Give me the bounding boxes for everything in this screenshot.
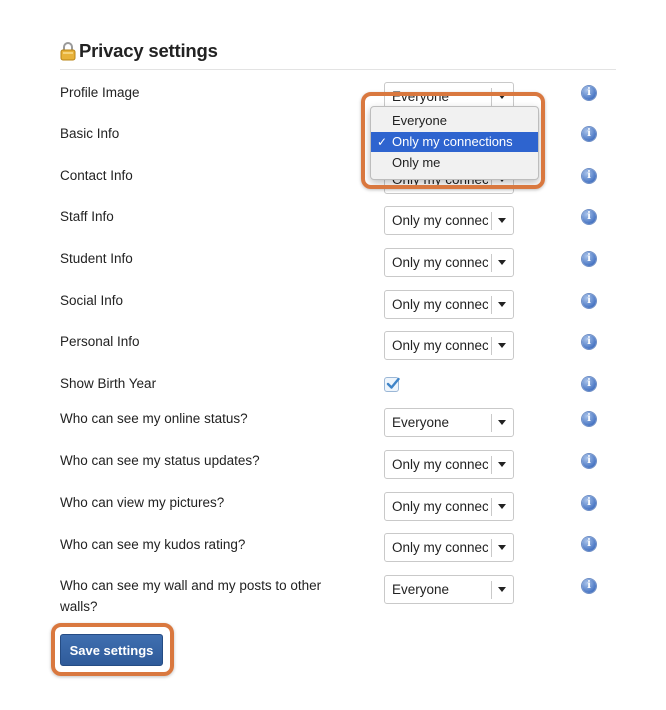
label-show-birth-year: Show Birth Year (60, 376, 157, 391)
select-value: Only my connec (392, 255, 488, 270)
select-divider (491, 539, 492, 557)
label-online-status: Who can see my online status? (60, 411, 248, 426)
select-divider (491, 414, 492, 432)
label-personal-info: Personal Info (60, 334, 140, 349)
info-icon[interactable]: i (582, 335, 596, 349)
select-value: Only my connec (392, 297, 488, 312)
select-staff-info[interactable]: Only my connec (384, 206, 514, 235)
select-social-info[interactable]: Only my connec (384, 290, 514, 319)
select-value: Everyone (392, 415, 450, 430)
info-icon[interactable]: i (582, 210, 596, 224)
label-view-pictures: Who can view my pictures? (60, 495, 225, 510)
show-birth-year-checkbox[interactable] (384, 377, 400, 392)
select-value: Everyone (392, 582, 450, 597)
select-divider (491, 296, 492, 314)
select-personal-info[interactable]: Only my connec (384, 331, 514, 360)
info-icon[interactable]: i (582, 454, 596, 468)
checkmark-icon (386, 377, 400, 389)
info-icon[interactable]: i (582, 579, 596, 593)
info-icon[interactable]: i (582, 496, 596, 510)
save-settings-button[interactable]: Save settings (60, 634, 163, 666)
chevron-down-icon (498, 218, 506, 223)
info-icon[interactable]: i (582, 86, 596, 100)
page-title: Privacy settings (79, 40, 218, 61)
chevron-down-icon (498, 587, 506, 592)
select-value: Only my connec (392, 213, 488, 228)
info-icon[interactable]: i (582, 169, 596, 183)
info-icon[interactable]: i (582, 252, 596, 266)
chevron-down-icon (498, 420, 506, 425)
select-value: Only my connec (392, 457, 488, 472)
select-value: Only my connec (392, 338, 488, 353)
select-value: Only my connec (392, 499, 488, 514)
chevron-down-icon (498, 302, 506, 307)
select-divider (491, 337, 492, 355)
chevron-down-icon (498, 260, 506, 265)
select-status-updates[interactable]: Only my connec (384, 450, 514, 479)
select-divider (491, 212, 492, 230)
label-status-updates: Who can see my status updates? (60, 453, 260, 468)
label-student-info: Student Info (60, 251, 133, 266)
page-title-group: Privacy settings (60, 40, 218, 62)
label-kudos-rating: Who can see my kudos rating? (60, 537, 246, 552)
info-icon[interactable]: i (582, 537, 596, 551)
label-wall-posts: Who can see my wall and my posts to othe… (60, 578, 322, 614)
select-divider (491, 498, 492, 516)
info-icon[interactable]: i (582, 127, 596, 141)
label-contact-info: Contact Info (60, 168, 133, 183)
chevron-down-icon (498, 462, 506, 467)
chevron-down-icon (498, 504, 506, 509)
label-staff-info: Staff Info (60, 209, 114, 224)
info-icon[interactable]: i (582, 412, 596, 426)
info-icon[interactable]: i (582, 294, 596, 308)
label-profile-image: Profile Image (60, 85, 140, 100)
chevron-down-icon (498, 343, 506, 348)
select-view-pictures[interactable]: Only my connec (384, 492, 514, 521)
select-online-status[interactable]: Everyone (384, 408, 514, 437)
select-divider (491, 581, 492, 599)
select-value: Only my connec (392, 540, 488, 555)
title-divider (60, 69, 616, 70)
select-student-info[interactable]: Only my connec (384, 248, 514, 277)
chevron-down-icon (498, 545, 506, 550)
dropdown-callout-highlight (361, 92, 545, 189)
select-divider (491, 456, 492, 474)
info-icon[interactable]: i (582, 377, 596, 391)
label-social-info: Social Info (60, 293, 124, 308)
lock-icon (60, 42, 76, 61)
select-wall-posts[interactable]: Everyone (384, 575, 514, 604)
label-basic-info: Basic Info (60, 126, 120, 141)
select-kudos-rating[interactable]: Only my connec (384, 533, 514, 562)
select-divider (491, 254, 492, 272)
